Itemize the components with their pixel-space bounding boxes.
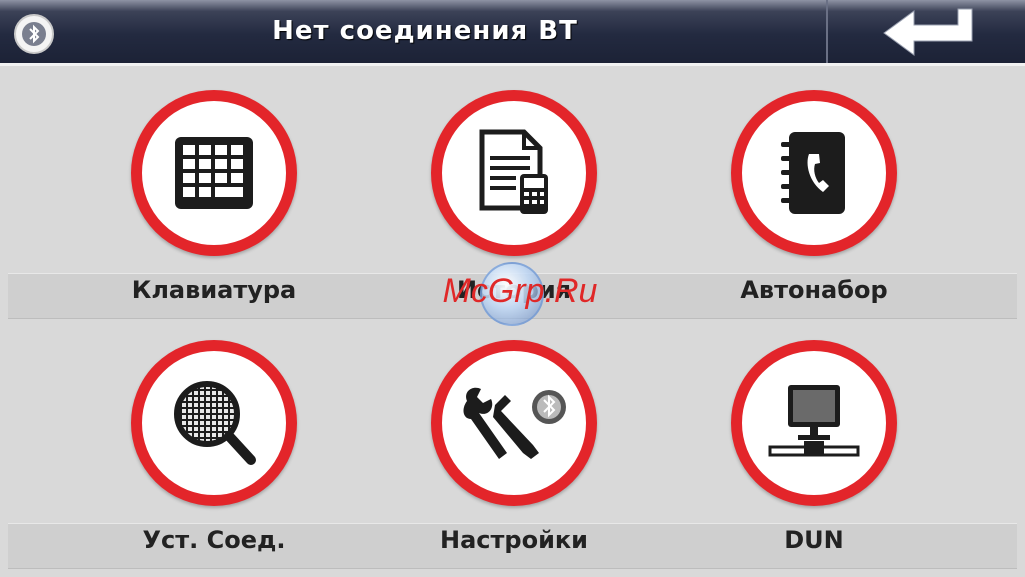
menu-item-autodial[interactable]: Автонабор [664, 70, 964, 320]
menu-item-settings[interactable]: Настройки [364, 320, 664, 570]
history-icon [479, 129, 548, 214]
menu-item-dun[interactable]: DUN [664, 320, 964, 570]
watermark: McGrp.Ru [442, 272, 598, 310]
history-button-ring [431, 90, 597, 256]
menu-item-label: Настройки [439, 526, 588, 554]
keypad-icon [175, 137, 253, 209]
menu-item-label: Клавиатура [131, 276, 297, 304]
search-icon [174, 381, 256, 465]
back-button[interactable] [826, 0, 1025, 63]
page-title: Нет соединения BT [272, 16, 578, 46]
autodial-button-ring [731, 90, 897, 256]
settings-tools-icon [463, 387, 566, 459]
menu-item-pairing[interactable]: Уст. Соед. [64, 320, 364, 570]
header-bar: Нет соединения BT [0, 0, 1025, 66]
back-arrow-icon [882, 8, 972, 56]
app-screen: Нет соединения BT Клавиатура Автонабор У… [0, 0, 1025, 577]
menu-item-keypad[interactable]: Клавиатура [64, 70, 364, 320]
settings-button-ring [431, 340, 597, 506]
menu-item-label: DUN [784, 526, 844, 554]
pairing-button-ring [131, 340, 297, 506]
menu-item-label: Автонабор [740, 276, 888, 304]
phonebook-icon [781, 132, 845, 214]
menu-item-label: Уст. Соед. [142, 526, 286, 554]
network-computer-icon [768, 385, 860, 457]
keypad-button-ring [131, 90, 297, 256]
dun-button-ring [731, 340, 897, 506]
